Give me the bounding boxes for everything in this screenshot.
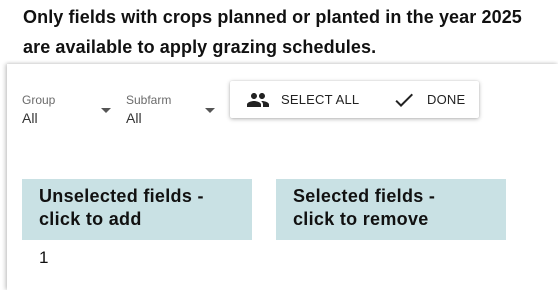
done-button[interactable]: DONE — [392, 81, 465, 118]
subfarm-filter-value: All — [126, 110, 142, 126]
group-filter-select[interactable]: Group All — [22, 93, 112, 129]
notice-line-1: Only fields with crops planned or plante… — [23, 7, 522, 27]
subfarm-filter-label: Subfarm — [126, 93, 172, 107]
check-icon — [392, 88, 416, 112]
selected-header-line-2: click to remove — [293, 209, 429, 229]
notice-banner: Only fields with crops planned or plante… — [0, 0, 558, 64]
select-all-button[interactable]: SELECT ALL — [246, 81, 359, 118]
group-filter-value: All — [22, 110, 38, 126]
select-all-label: SELECT ALL — [281, 92, 360, 107]
action-bar: SELECT ALL DONE — [230, 81, 479, 118]
notice-line-2: are available to apply grazing schedules… — [23, 37, 377, 57]
done-label: DONE — [427, 92, 466, 107]
notice-text: Only fields with crops planned or plante… — [23, 2, 558, 62]
people-icon — [246, 88, 270, 112]
backdrop-edge — [0, 64, 7, 290]
unselected-fields-header: Unselected fields - click to add — [22, 179, 252, 240]
chevron-down-icon — [101, 108, 111, 113]
chevron-down-icon — [205, 108, 215, 113]
page: { "notice": { "line1": "Only fields with… — [0, 0, 558, 290]
group-filter-label: Group — [22, 93, 56, 107]
subfarm-filter-select[interactable]: Subfarm All — [126, 93, 216, 129]
unselected-header-line-1: Unselected fields - — [39, 186, 204, 206]
selected-fields-header: Selected fields - click to remove — [276, 179, 506, 240]
unselected-header-line-2: click to add — [39, 209, 142, 229]
unselected-field-item[interactable]: 1 — [39, 248, 48, 268]
selected-header-line-1: Selected fields - — [293, 186, 436, 206]
